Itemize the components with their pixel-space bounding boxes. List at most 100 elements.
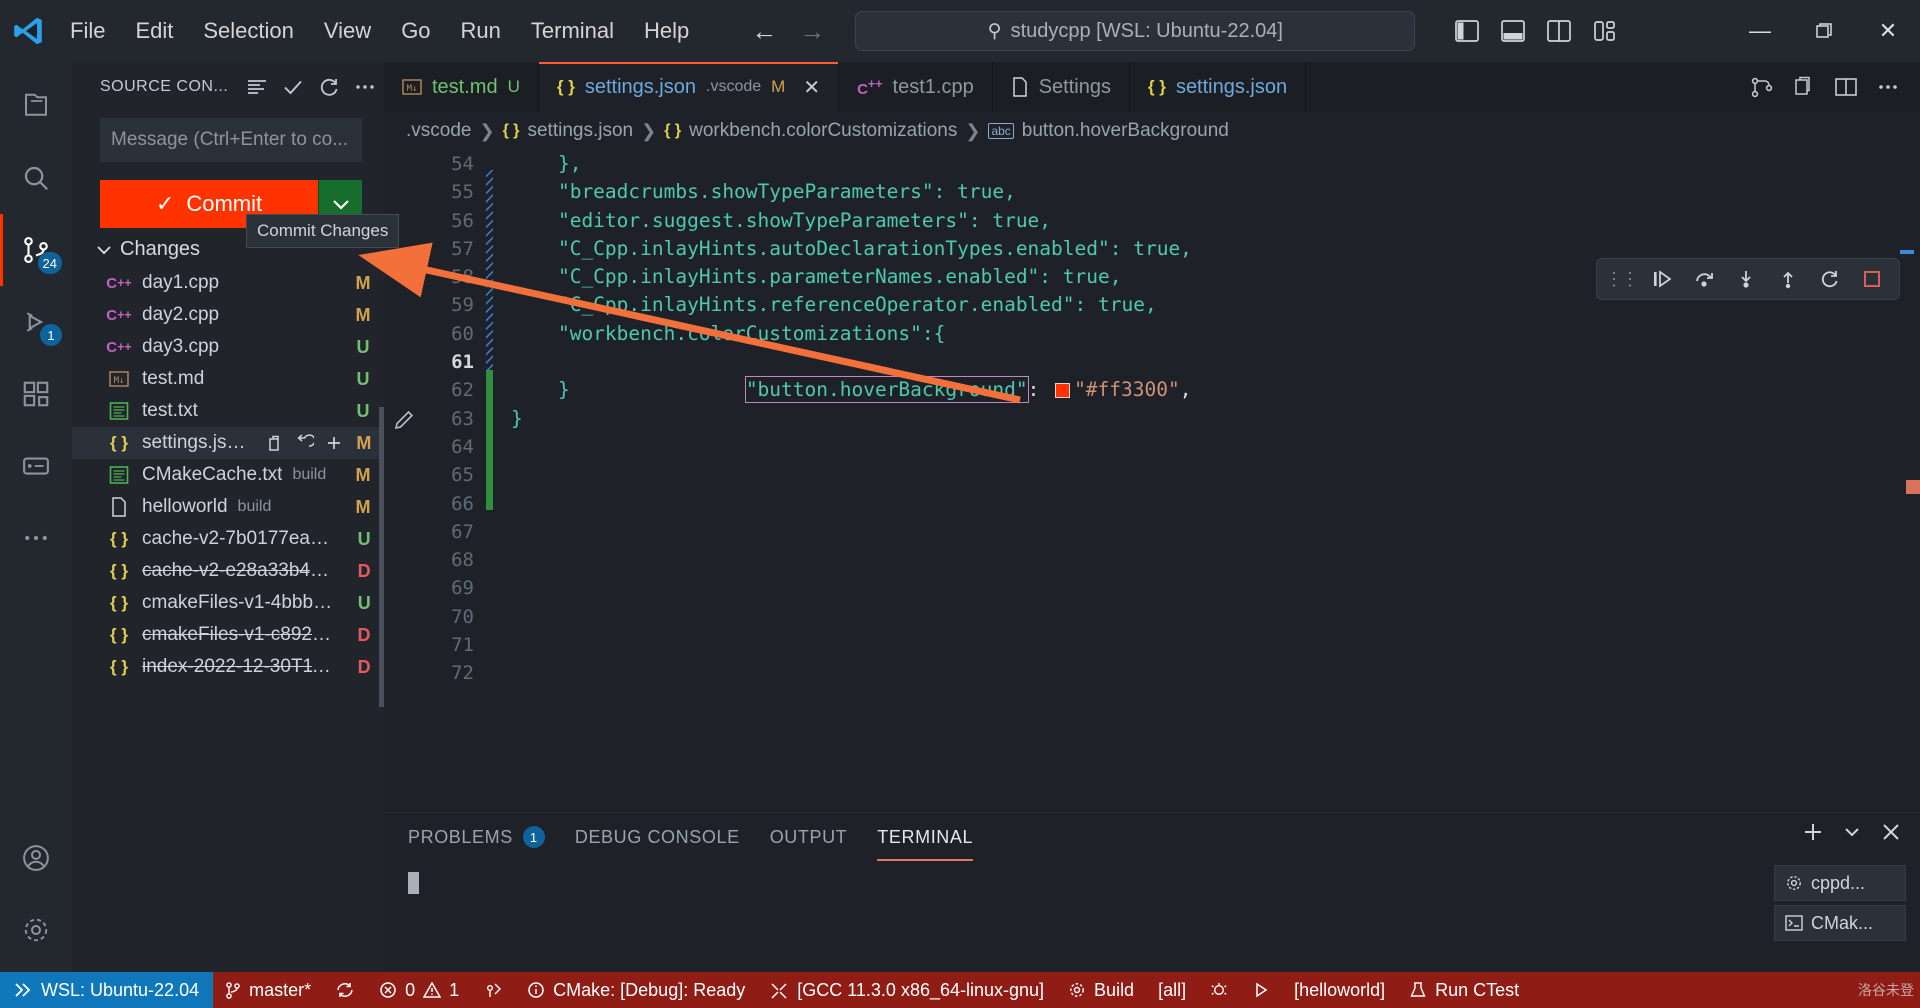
- list-item[interactable]: C ++ day2.cpp M: [72, 299, 384, 331]
- terminal-output[interactable]: [384, 861, 1920, 972]
- status-cmake-kit[interactable]: [GCC 11.3.0 x86_64-linux-gnu]: [757, 972, 1056, 1008]
- breadcrumb-item-folder[interactable]: .vscode: [406, 120, 471, 142]
- breadcrumb-item-symbol[interactable]: workbench.colorCustomizations: [689, 120, 957, 142]
- tab-settings-json-vscode[interactable]: { } settings.json .vscode M ✕: [538, 62, 840, 112]
- plus-icon[interactable]: [324, 433, 344, 453]
- menu-edit[interactable]: Edit: [121, 13, 187, 49]
- gear-icon[interactable]: [0, 894, 72, 966]
- sidebar-more-actions-icon[interactable]: [350, 72, 380, 102]
- changed-files-list[interactable]: C ++ day1.cpp M C ++ day2.cpp M C ++ day3.c…: [72, 267, 384, 972]
- maximize-button[interactable]: [1792, 0, 1856, 62]
- sidebar-item-explorer[interactable]: [0, 70, 72, 142]
- step-out-icon[interactable]: [1769, 262, 1807, 296]
- sidebar-item-extensions[interactable]: [0, 358, 72, 430]
- discard-icon[interactable]: [294, 433, 314, 453]
- close-icon[interactable]: [1878, 819, 1904, 845]
- list-item[interactable]: C ++ day3.cpp U: [72, 331, 384, 363]
- close-button[interactable]: ✕: [1856, 0, 1920, 62]
- step-into-icon[interactable]: [1727, 262, 1765, 296]
- view-as-list-icon[interactable]: [242, 72, 272, 102]
- list-item[interactable]: C ++ day1.cpp M: [72, 267, 384, 299]
- arrow-right-icon[interactable]: →: [799, 18, 825, 44]
- tab-terminal[interactable]: TERMINAL: [877, 813, 973, 861]
- toggle-panel-icon[interactable]: [1499, 17, 1527, 45]
- editor-scrollbar[interactable]: [1906, 480, 1920, 494]
- tab-test-md[interactable]: M↓ test.md U: [384, 62, 539, 112]
- status-build-target[interactable]: [all]: [1146, 972, 1198, 1008]
- menu-run[interactable]: Run: [447, 13, 515, 49]
- open-file-icon[interactable]: [264, 433, 284, 453]
- terminal-tab-cmake[interactable]: CMak...: [1774, 905, 1906, 941]
- status-cmake-state[interactable]: CMake: [Debug]: Ready: [515, 972, 757, 1008]
- toggle-primary-sidebar-icon[interactable]: [1453, 17, 1481, 45]
- split-compare-icon[interactable]: [1750, 76, 1774, 98]
- close-icon[interactable]: ✕: [803, 75, 820, 100]
- list-item[interactable]: { } cache-v2-7b0177ea7e6... U: [72, 523, 384, 555]
- split-editor-icon[interactable]: [1834, 76, 1858, 98]
- chevron-down-icon[interactable]: [1842, 819, 1862, 845]
- plus-icon[interactable]: [1800, 819, 1826, 845]
- list-item[interactable]: helloworld build M: [72, 491, 384, 523]
- step-over-icon[interactable]: [1685, 262, 1723, 296]
- code-editor[interactable]: 54 55 56 57 58 59 60 61 62 63 64 65 66 6…: [384, 150, 1920, 812]
- status-build[interactable]: Build: [1056, 972, 1146, 1008]
- continue-icon[interactable]: [1643, 262, 1681, 296]
- more-actions-icon[interactable]: [1876, 76, 1900, 98]
- tab-settings[interactable]: Settings: [992, 62, 1130, 112]
- arrow-left-icon[interactable]: ←: [751, 18, 777, 44]
- tab-output[interactable]: OUTPUT: [770, 813, 848, 861]
- quick-open-input[interactable]: ⚲ studycpp [WSL: Ubuntu-22.04]: [855, 11, 1416, 51]
- refresh-icon[interactable]: [314, 72, 344, 102]
- tab-test1-cpp[interactable]: C++ test1.cpp: [839, 62, 993, 112]
- tab-settings-json-user[interactable]: { } settings.json: [1129, 62, 1307, 112]
- menu-file[interactable]: File: [56, 13, 119, 49]
- sidebar-item-more-views[interactable]: [0, 502, 72, 574]
- menu-selection[interactable]: Selection: [189, 13, 308, 49]
- drag-grip-icon[interactable]: ⋮⋮: [1605, 269, 1639, 290]
- accounts-icon[interactable]: [0, 822, 72, 894]
- minimize-button[interactable]: —: [1728, 0, 1792, 62]
- build-label: Build: [1094, 979, 1135, 1000]
- status-sync[interactable]: [323, 972, 367, 1008]
- menu-terminal[interactable]: Terminal: [517, 13, 628, 49]
- menu-go[interactable]: Go: [387, 13, 444, 49]
- open-changes-icon[interactable]: [1792, 76, 1816, 98]
- list-item[interactable]: { } cmakeFiles-v1-c892fca... D: [72, 619, 384, 651]
- menu-view[interactable]: View: [310, 13, 385, 49]
- breadcrumb-item-file[interactable]: settings.json: [527, 120, 633, 142]
- list-item[interactable]: M↓ test.md U: [72, 363, 384, 395]
- terminal-tab-cppd[interactable]: cppd...: [1774, 865, 1906, 901]
- tab-problems[interactable]: PROBLEMS 1: [408, 813, 545, 861]
- color-swatch[interactable]: [1055, 383, 1071, 399]
- toggle-secondary-sidebar-icon[interactable]: [1545, 17, 1573, 45]
- list-item[interactable]: { } cmakeFiles-v1-4bbb64c... U: [72, 587, 384, 619]
- code-content[interactable]: }, "breadcrumbs.showTypeParameters": tru…: [493, 150, 1920, 812]
- commit-message-input[interactable]: Message (Ctrl+Enter to co...: [100, 118, 362, 162]
- status-run-ctest[interactable]: Run CTest: [1397, 972, 1531, 1008]
- list-item[interactable]: { } index-2022-12-30T11-3... D: [72, 651, 384, 683]
- status-ports[interactable]: [471, 972, 515, 1008]
- check-icon[interactable]: [278, 72, 308, 102]
- sidebar-item-search[interactable]: [0, 142, 72, 214]
- sidebar-item-remote-explorer[interactable]: [0, 430, 72, 502]
- menu-help[interactable]: Help: [630, 13, 703, 49]
- customize-layout-icon[interactable]: [1591, 17, 1619, 45]
- restart-icon[interactable]: [1811, 262, 1849, 296]
- list-item[interactable]: test.txt U: [72, 395, 384, 427]
- sidebar-item-source-control[interactable]: 24: [0, 214, 72, 286]
- list-item[interactable]: { } cache-v2-e28a33b4962... D: [72, 555, 384, 587]
- tab-debug-console[interactable]: DEBUG CONSOLE: [575, 813, 740, 861]
- status-problems[interactable]: 0 1: [367, 972, 471, 1008]
- status-launch-target[interactable]: [helloworld]: [1282, 972, 1397, 1008]
- list-item[interactable]: CMakeCache.txt build M: [72, 459, 384, 491]
- minimap[interactable]: [1900, 250, 1914, 254]
- status-branch[interactable]: master*: [213, 972, 323, 1008]
- source-control-badge: 24: [37, 252, 62, 274]
- status-remote-indicator[interactable]: WSL: Ubuntu-22.04: [0, 972, 214, 1008]
- list-item-settings-json[interactable]: { } settings.json... M: [72, 427, 384, 459]
- status-debug-target[interactable]: [1198, 972, 1240, 1008]
- sidebar-item-run-and-debug[interactable]: 1: [0, 286, 72, 358]
- stop-icon[interactable]: [1853, 262, 1891, 296]
- breadcrumb-item-property[interactable]: button.hoverBackground: [1022, 120, 1229, 142]
- status-launch[interactable]: [1240, 972, 1282, 1008]
